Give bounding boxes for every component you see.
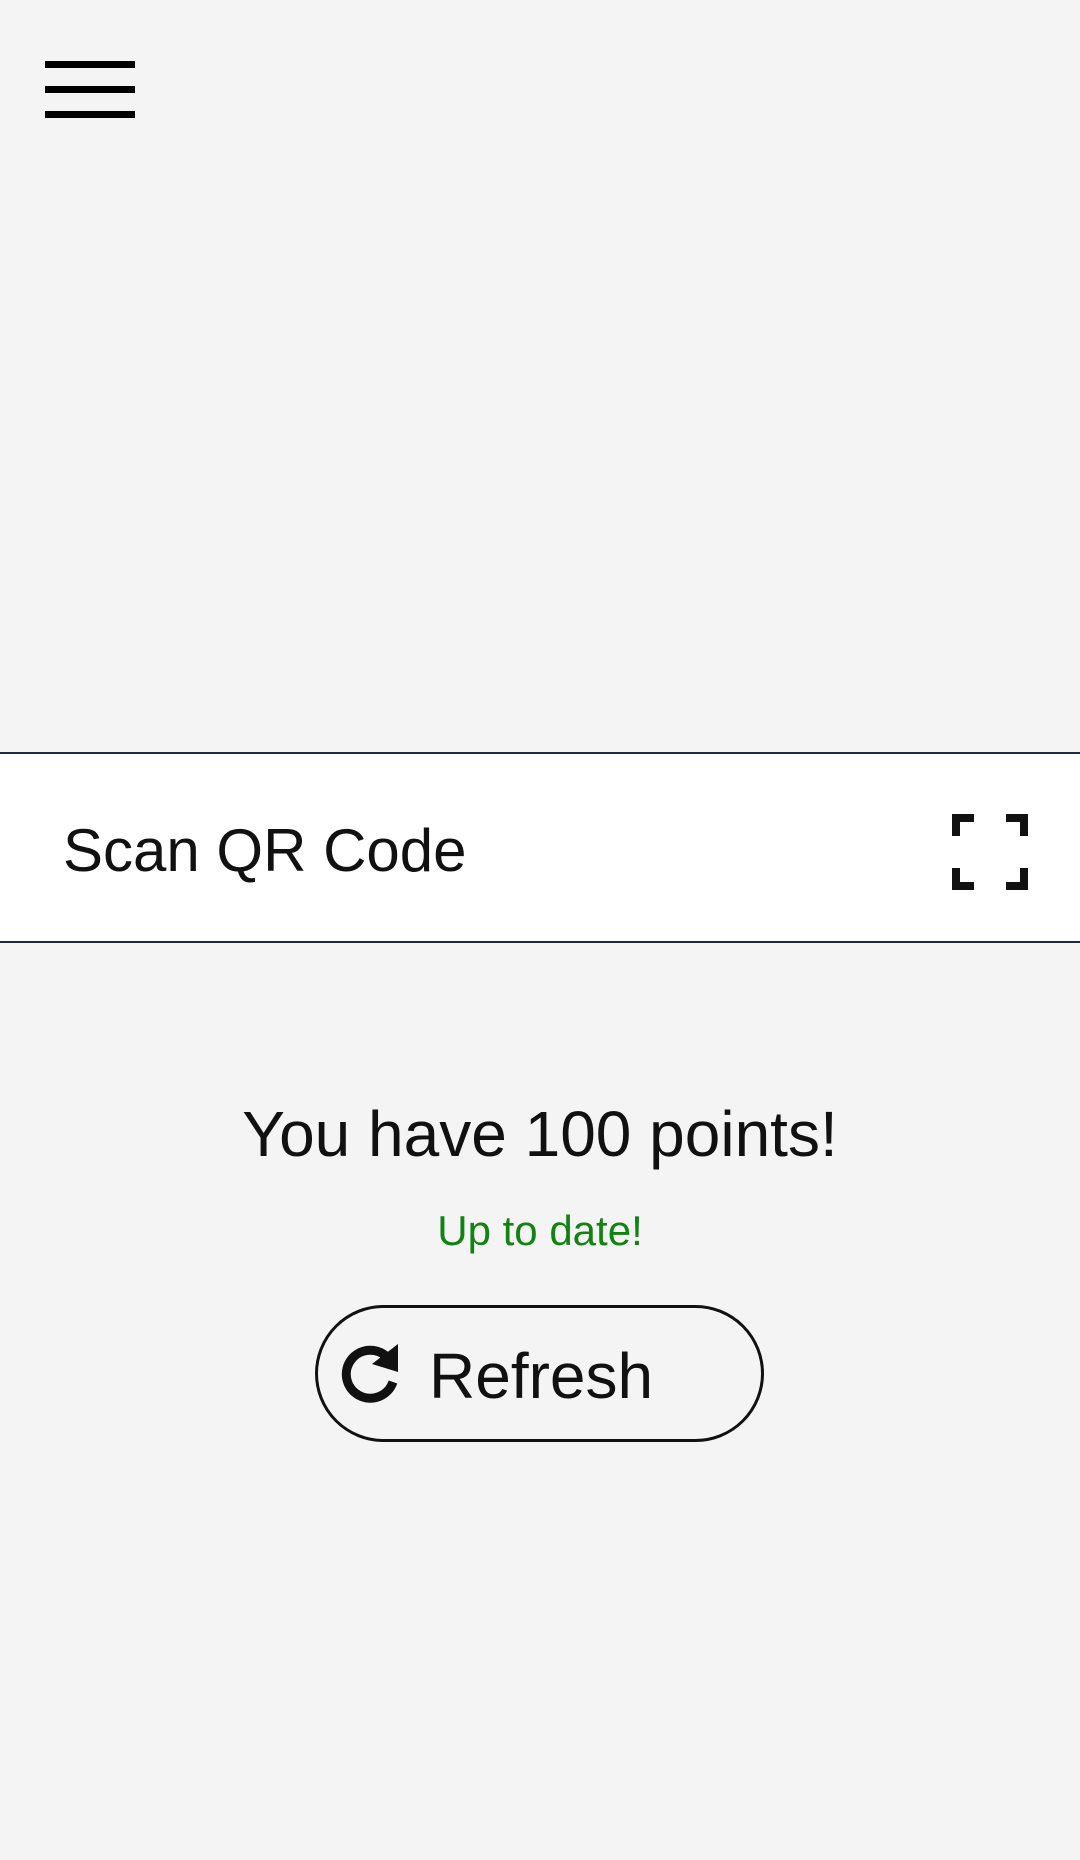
scan-qr-code-row[interactable]: Scan QR Code (0, 752, 1080, 943)
points-message: You have 100 points! (242, 1098, 838, 1170)
scan-qr-code-label: Scan QR Code (63, 817, 467, 884)
scan-frame-icon[interactable] (952, 814, 1028, 890)
refresh-icon (341, 1344, 398, 1403)
sync-status-text: Up to date! (437, 1207, 643, 1254)
menu-icon-bar (45, 61, 135, 68)
menu-icon-bar (45, 86, 135, 93)
refresh-button[interactable]: Refresh (315, 1305, 764, 1442)
menu-icon-bar (45, 111, 135, 118)
menu-button[interactable] (40, 58, 140, 128)
refresh-button-label: Refresh (429, 1340, 654, 1412)
